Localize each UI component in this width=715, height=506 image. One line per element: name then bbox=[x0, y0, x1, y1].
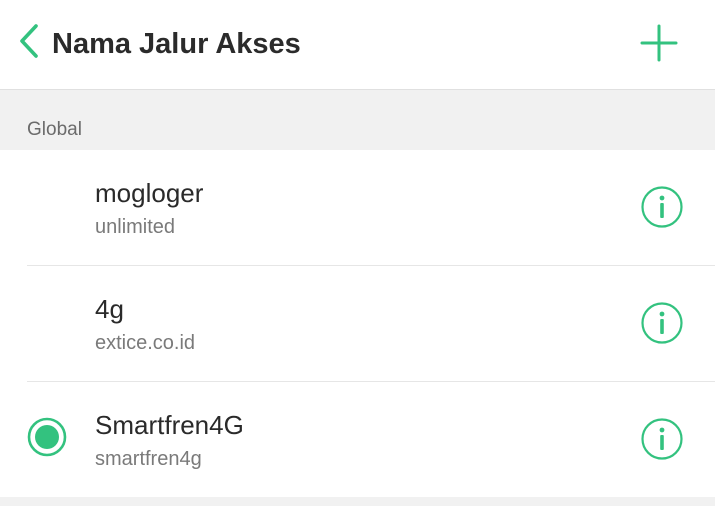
info-button[interactable] bbox=[640, 185, 684, 234]
apn-name: Smartfren4G bbox=[95, 410, 244, 440]
back-button[interactable] bbox=[12, 22, 46, 64]
radio-checked-icon bbox=[27, 417, 67, 462]
section-label: Global bbox=[27, 119, 82, 140]
apn-name: mogloger bbox=[95, 178, 204, 208]
info-button[interactable] bbox=[640, 417, 684, 466]
info-icon bbox=[640, 417, 684, 466]
apn-list-item[interactable]: Smartfren4G smartfren4g bbox=[0, 382, 715, 498]
radio-button-selected[interactable] bbox=[27, 417, 67, 462]
app-window: Nama Jalur Akses Global mogloger unlimit… bbox=[0, 0, 715, 506]
top-bar: Nama Jalur Akses bbox=[0, 0, 715, 90]
apn-list-item[interactable]: mogloger unlimited bbox=[0, 150, 715, 266]
apn-value: unlimited bbox=[95, 216, 176, 238]
chevron-left-icon bbox=[18, 23, 40, 64]
add-apn-button[interactable] bbox=[636, 22, 682, 68]
apn-value: extice.co.id bbox=[95, 332, 196, 354]
page-title: Nama Jalur Akses bbox=[52, 28, 301, 60]
info-icon bbox=[640, 185, 684, 234]
info-icon bbox=[640, 301, 684, 350]
section-header-global: Global bbox=[0, 90, 715, 150]
bottom-section-spacer bbox=[0, 497, 715, 506]
apn-value: smartfren4g bbox=[95, 448, 202, 470]
info-button[interactable] bbox=[640, 301, 684, 350]
apn-name: 4g bbox=[95, 294, 124, 324]
apn-list-item[interactable]: 4g extice.co.id bbox=[0, 266, 715, 382]
plus-icon bbox=[640, 24, 678, 67]
apn-list: mogloger unlimited 4g extice.co.id Smart… bbox=[0, 150, 715, 498]
